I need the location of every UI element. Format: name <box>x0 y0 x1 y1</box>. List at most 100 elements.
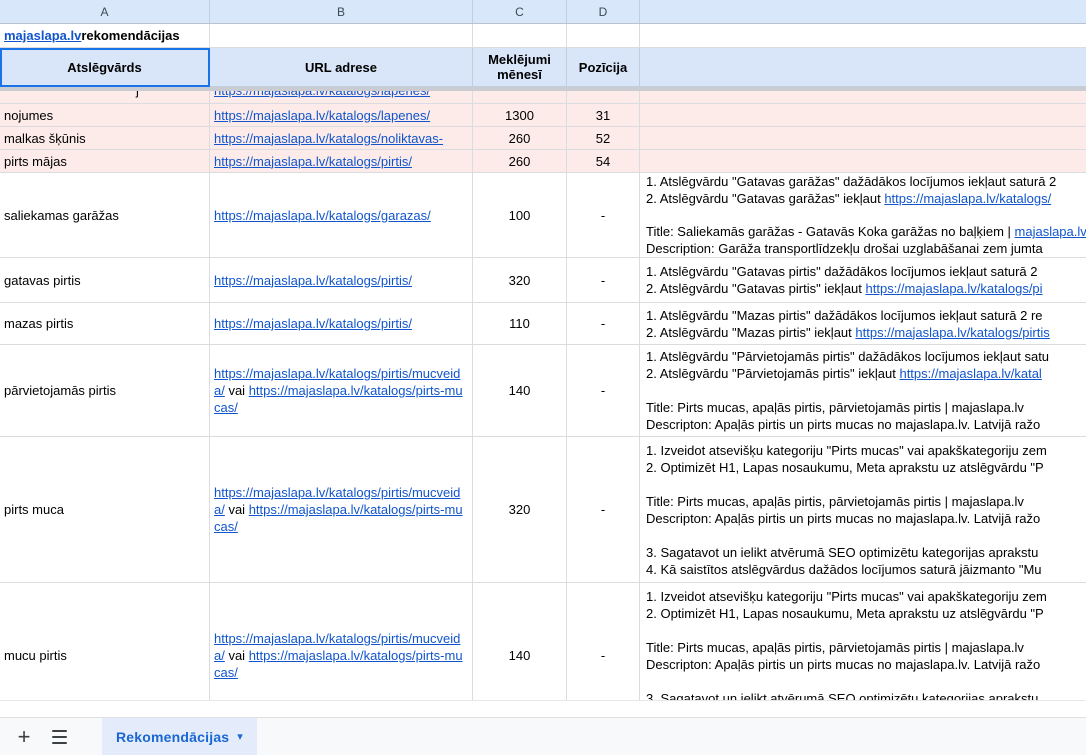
note-line: 2. Atslēgvārdu "Gatavas pirtis" iekļaut … <box>646 280 1086 297</box>
notes-cell[interactable]: 1. Atslēgvārdu "Gatavas garāžas" dažādāk… <box>640 173 1086 258</box>
notes-cell[interactable] <box>640 150 1086 173</box>
url-link[interactable]: https://majaslapa.lv/katalogs/noliktavas… <box>214 131 443 146</box>
keyword-cell[interactable]: mucu pirtis <box>0 583 210 700</box>
position-cell[interactable]: - <box>567 173 640 258</box>
url-cell[interactable]: https://majaslapa.lv/katalogs/pirtis/ <box>210 258 473 303</box>
searches-cell[interactable]: 140 <box>473 345 567 437</box>
notes-cell[interactable] <box>640 91 1086 104</box>
chevron-down-icon[interactable]: ▾ <box>237 730 243 743</box>
notes-cell[interactable]: 1. Izveidot atsevišķu kategoriju "Pirts … <box>640 583 1086 700</box>
searches-cell[interactable]: 140 <box>473 583 567 700</box>
keyword-cell[interactable]: j <box>0 91 210 104</box>
title-row-cell[interactable] <box>567 24 640 48</box>
majaslapa-link[interactable]: majaslapa.lv <box>4 28 81 43</box>
searches-cell[interactable]: 100 <box>473 173 567 258</box>
note-line: 1. Atslēgvārdu "Pārvietojamās pirtis" da… <box>646 348 1086 365</box>
note-line: Descripton: Apaļās pirtis un pirts mucas… <box>646 510 1086 527</box>
url-link[interactable]: https://majaslapa.lv/katalogs/ <box>884 191 1051 206</box>
notes-cell[interactable] <box>640 127 1086 150</box>
note-line: 2. Atslēgvārdu "Mazas pirtis" iekļaut ht… <box>646 324 1086 341</box>
keyword-cell[interactable]: saliekamas garāžas <box>0 173 210 258</box>
header-cell-searches[interactable]: Meklējumi mēnesī <box>473 48 567 87</box>
position-cell[interactable] <box>567 91 640 104</box>
text-segment: Title: Pirts mucas, apaļās pirtis, pārvi… <box>646 400 1024 415</box>
url-link[interactable]: https://majaslapa.lv/katalogs/pirts-muca… <box>214 502 463 534</box>
position-cell[interactable]: - <box>567 345 640 437</box>
position-cell[interactable]: - <box>567 303 640 345</box>
searches-cell[interactable]: 320 <box>473 258 567 303</box>
keyword-cell[interactable]: gatavas pirtis <box>0 258 210 303</box>
notes-cell[interactable]: 1. Atslēgvārdu "Mazas pirtis" dažādākos … <box>640 303 1086 345</box>
url-cell[interactable]: https://majaslapa.lv/katalogs/pirtis/ <box>210 303 473 345</box>
url-link[interactable]: https://majaslapa.lv/katalogs/pirtis/ <box>214 273 412 288</box>
column-header-D[interactable]: D <box>567 0 640 23</box>
note-line: 2. Optimizēt H1, Lapas nosaukumu, Meta a… <box>646 459 1086 476</box>
url-link[interactable]: https://majaslapa.lv/katalogs/garazas/ <box>214 208 431 223</box>
url-cell[interactable]: https://majaslapa.lv/katalogs/pirtis/ <box>210 150 473 173</box>
header-cell-position[interactable]: Pozīcija <box>567 48 640 87</box>
title-row-cell[interactable] <box>210 24 473 48</box>
keyword-cell[interactable]: pirts muca <box>0 437 210 583</box>
note-line: 1. Atslēgvārdu "Gatavas garāžas" dažādāk… <box>646 173 1086 190</box>
url-link[interactable]: https://majaslapa.lv/katalogs/pirts-muca… <box>214 648 463 680</box>
keyword-cell[interactable]: mazas pirtis <box>0 303 210 345</box>
url-link[interactable]: https://majaslapa.lv/katalogs/lapenes/ <box>214 91 430 98</box>
column-header-C[interactable]: C <box>473 0 567 23</box>
text-segment: 3. Sagatavot un ielikt atvērumā SEO opti… <box>646 545 1038 560</box>
column-header-e[interactable] <box>640 0 1086 23</box>
text-segment: 3. Sagatavot un ielikt atvērumā SEO opti… <box>646 691 1038 701</box>
url-link[interactable]: https://majaslapa.lv/katal <box>899 366 1041 381</box>
position-cell[interactable]: 31 <box>567 104 640 127</box>
note-line: 3. Sagatavot un ielikt atvērumā SEO opti… <box>646 544 1086 561</box>
keyword-cell[interactable]: pirts mājas <box>0 150 210 173</box>
url-cell[interactable]: https://majaslapa.lv/katalogs/noliktavas… <box>210 127 473 150</box>
url-cell[interactable]: https://majaslapa.lv/katalogs/pirtis/muc… <box>210 437 473 583</box>
position-cell[interactable]: - <box>567 583 640 700</box>
bottom-strip <box>0 700 1086 717</box>
searches-cell[interactable]: 1300 <box>473 104 567 127</box>
notes-cell[interactable]: 1. Atslēgvārdu "Pārvietojamās pirtis" da… <box>640 345 1086 437</box>
column-header-A[interactable]: A <box>0 0 210 23</box>
position-cell[interactable]: - <box>567 258 640 303</box>
keyword-cell[interactable]: nojumes <box>0 104 210 127</box>
table-row: saliekamas garāžas https://majaslapa.lv/k… <box>0 173 1086 258</box>
table-row: mucu pirtishttps://majaslapa.lv/katalogs… <box>0 583 1086 700</box>
position-cell[interactable]: - <box>567 437 640 583</box>
searches-cell[interactable] <box>473 91 567 104</box>
note-line: 1. Izveidot atsevišķu kategoriju "Pirts … <box>646 442 1086 459</box>
notes-cell[interactable]: 1. Izveidot atsevišķu kategoriju "Pirts … <box>640 437 1086 583</box>
keyword-cell[interactable]: pārvietojamās pirtis <box>0 345 210 437</box>
header-cell-url[interactable]: URL adrese <box>210 48 473 87</box>
position-cell[interactable]: 54 <box>567 150 640 173</box>
header-cell-notes[interactable] <box>640 48 1086 87</box>
position-cell[interactable]: 52 <box>567 127 640 150</box>
add-sheet-button[interactable]: + <box>0 722 34 752</box>
title-row-cell[interactable] <box>640 24 1086 48</box>
url-link[interactable]: https://majaslapa.lv/katalogs/pirtis/ <box>214 154 412 169</box>
sheet-tab-rekomendacijas[interactable]: Rekomendācijas ▾ <box>102 718 257 755</box>
plus-icon: + <box>18 726 31 748</box>
url-cell[interactable]: https://majaslapa.lv/katalogs/lapenes/ <box>210 104 473 127</box>
url-cell[interactable]: https://majaslapa.lv/katalogs/pirtis/muc… <box>210 583 473 700</box>
url-cell[interactable]: https://majaslapa.lv/katalogs/garazas/ <box>210 173 473 258</box>
all-sheets-button[interactable] <box>42 722 76 752</box>
url-cell[interactable]: https://majaslapa.lv/katalogs/pirtis/muc… <box>210 345 473 437</box>
url-link[interactable]: https://majaslapa.lv/katalogs/pirtis/ <box>214 316 412 331</box>
searches-cell[interactable]: 110 <box>473 303 567 345</box>
url-link[interactable]: https://majaslapa.lv/katalogs/pirtis <box>855 325 1049 340</box>
keyword-cell[interactable]: malkas šķūnis <box>0 127 210 150</box>
url-link[interactable]: https://majaslapa.lv/katalogs/lapenes/ <box>214 108 430 123</box>
column-header-B[interactable]: B <box>210 0 473 23</box>
url-link[interactable]: https://majaslapa.lv/katalogs/pirts-muca… <box>214 383 463 415</box>
searches-cell[interactable]: 260 <box>473 127 567 150</box>
url-cell[interactable]: https://majaslapa.lv/katalogs/lapenes/ <box>210 91 473 104</box>
notes-cell[interactable]: 1. Atslēgvārdu "Gatavas pirtis" dažādāko… <box>640 258 1086 303</box>
searches-cell[interactable]: 260 <box>473 150 567 173</box>
url-link[interactable]: majaslapa.lv <box>1015 224 1086 239</box>
header-cell-keyword[interactable]: Atslēgvārds <box>0 48 210 87</box>
url-link[interactable]: https://majaslapa.lv/katalogs/pi <box>866 281 1043 296</box>
notes-cell[interactable] <box>640 104 1086 127</box>
note-line <box>646 673 1086 690</box>
searches-cell[interactable]: 320 <box>473 437 567 583</box>
title-row-cell[interactable] <box>473 24 567 48</box>
